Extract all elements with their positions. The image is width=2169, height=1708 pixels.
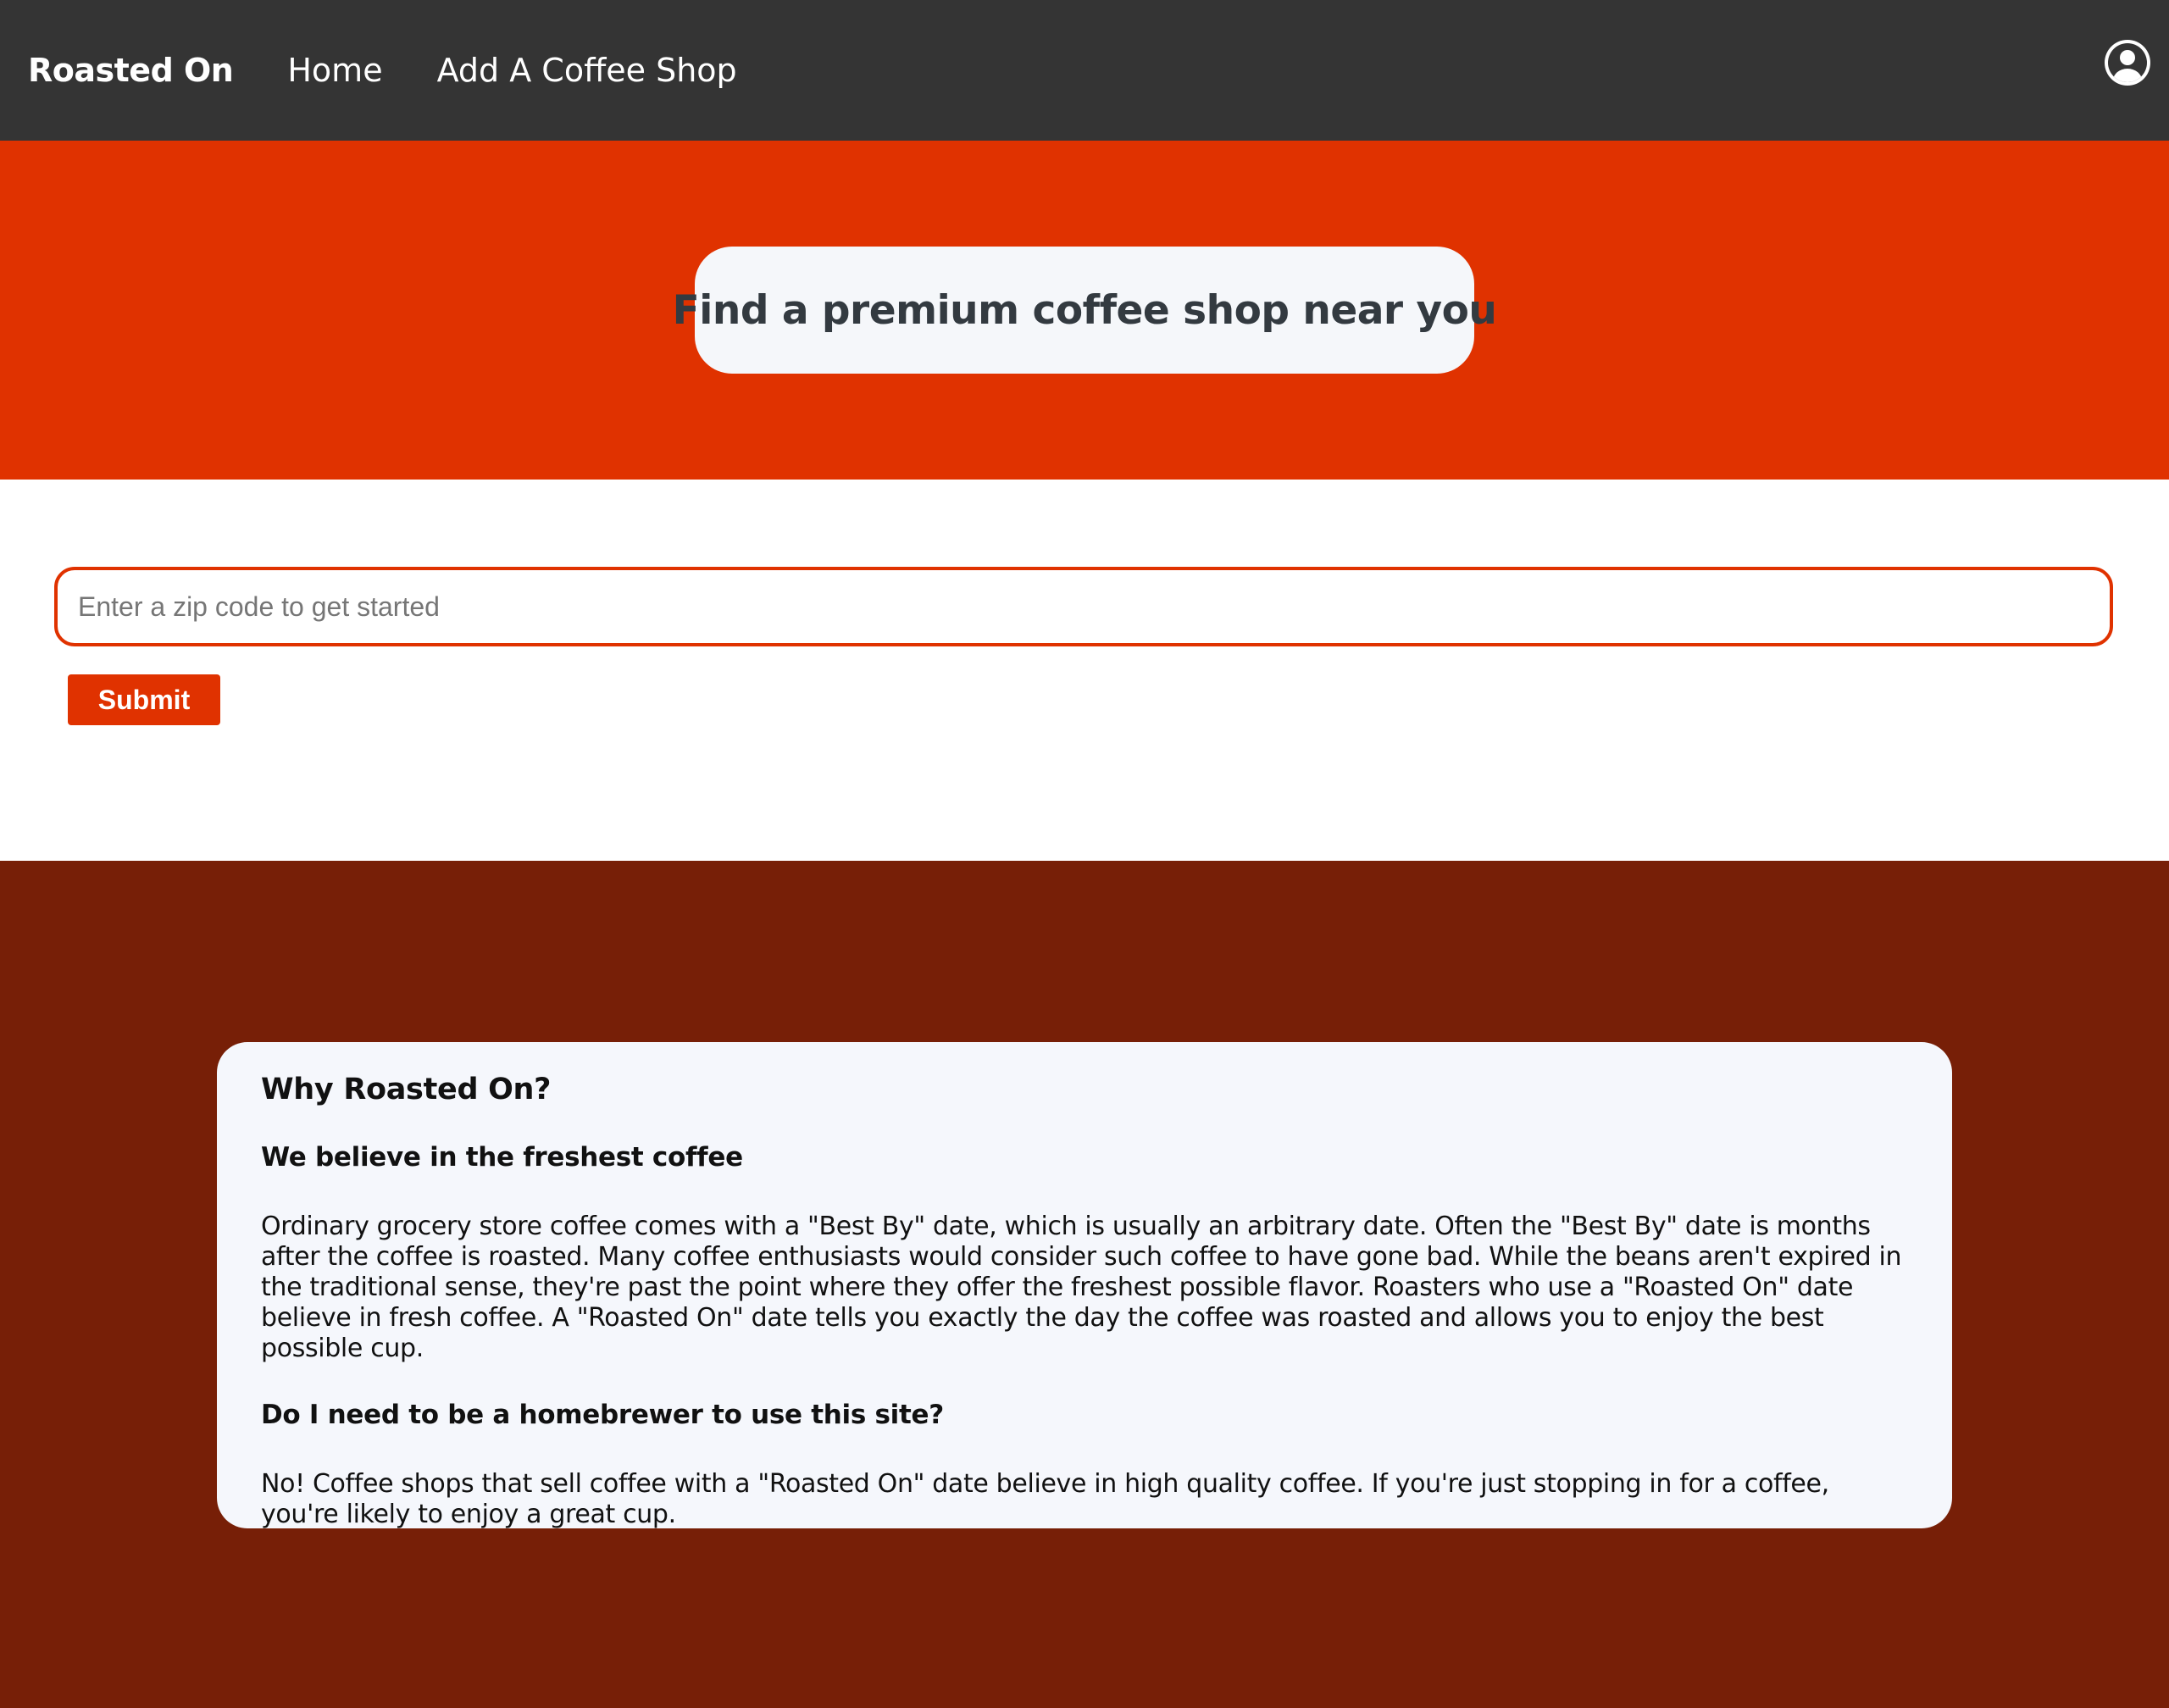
- hero-banner: Find a premium coffee shop near you: [0, 141, 2169, 480]
- section-heading-freshest: We believe in the freshest coffee: [261, 1142, 743, 1173]
- nav-link-add-coffee-shop[interactable]: Add A Coffee Shop: [437, 52, 737, 89]
- section-body-homebrewer: No! Coffee shops that sell coffee with a…: [261, 1469, 1829, 1529]
- section-body-freshest: Ordinary grocery store coffee comes with…: [261, 1212, 1902, 1363]
- submit-button[interactable]: Submit: [68, 674, 220, 725]
- zip-code-input[interactable]: [54, 567, 2113, 646]
- hero-pill: Find a premium coffee shop near you: [673, 247, 1497, 374]
- info-section: Why Roasted On? We believe in the freshe…: [0, 861, 2169, 1708]
- info-card-title: Why Roasted On?: [261, 1073, 552, 1106]
- account-circle-icon[interactable]: [2105, 40, 2150, 86]
- info-card: Why Roasted On? We believe in the freshe…: [217, 1042, 1952, 1529]
- hero-title: Find a premium coffee shop near you: [672, 286, 1497, 334]
- brand-link[interactable]: Roasted On: [28, 52, 234, 89]
- nav-link-home[interactable]: Home: [287, 52, 382, 89]
- section-heading-homebrewer: Do I need to be a homebrewer to use this…: [261, 1400, 944, 1430]
- search-section: Submit: [0, 480, 2169, 861]
- top-navbar: Roasted On Home Add A Coffee Shop: [0, 0, 2169, 141]
